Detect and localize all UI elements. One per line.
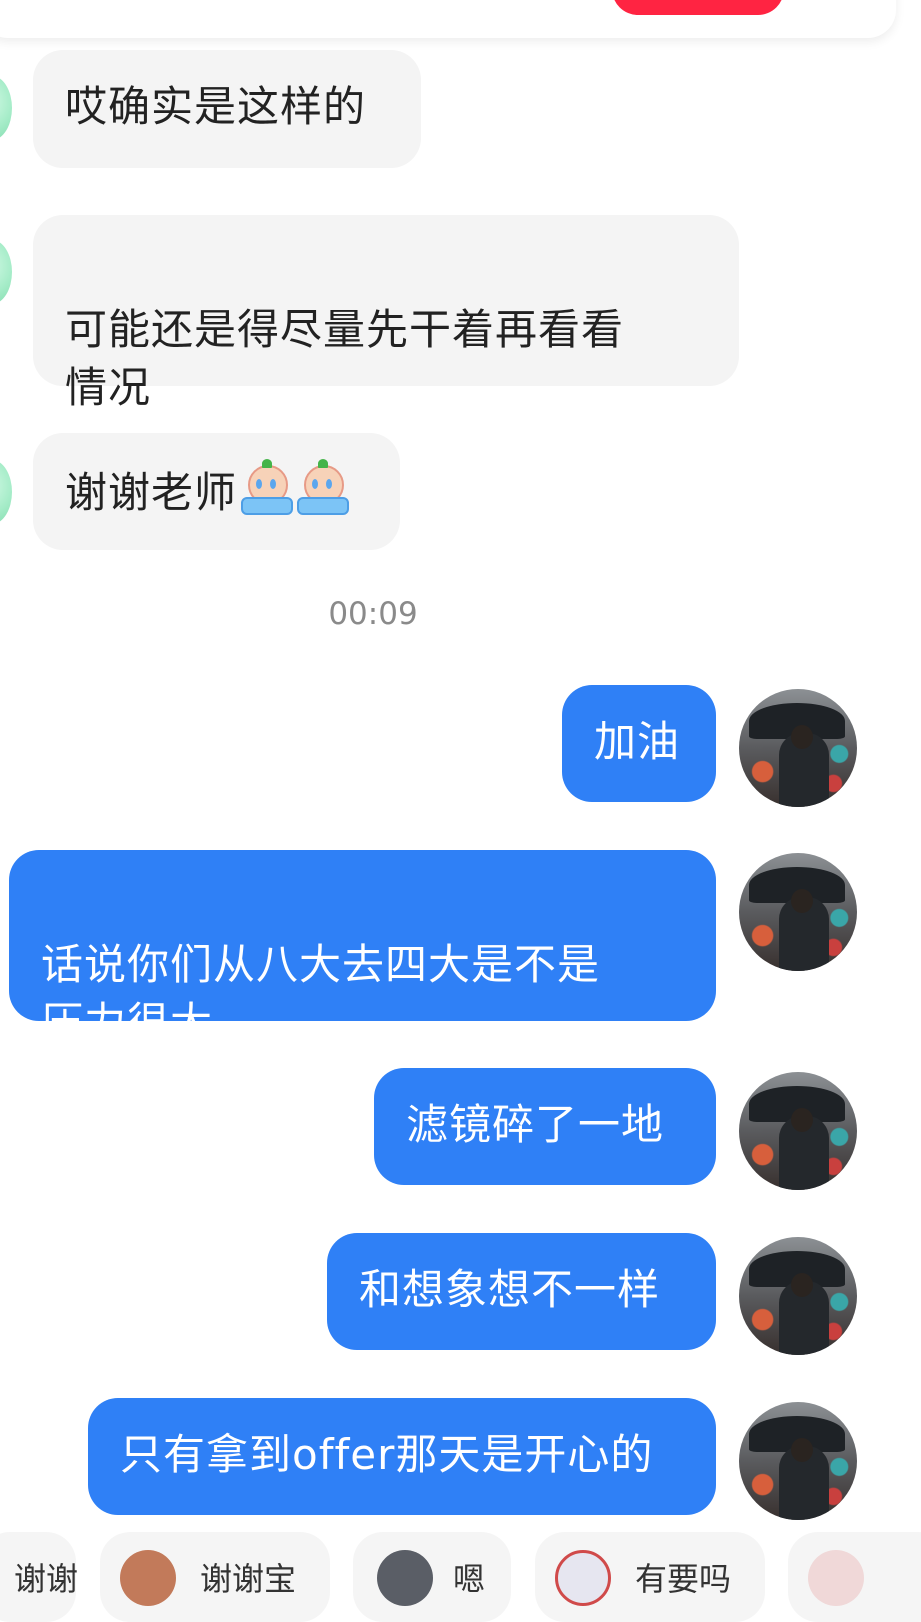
- message-text: 和想象想不一样: [359, 1265, 661, 1314]
- message-text: 加油: [594, 717, 681, 766]
- quick-reply-chip[interactable]: 有要吗: [535, 1532, 765, 1622]
- quick-reply-chip[interactable]: 谢谢: [0, 1532, 79, 1622]
- contact-avatar[interactable]: [0, 240, 12, 304]
- user-avatar[interactable]: [739, 689, 857, 807]
- outgoing-message-bubble[interactable]: 加油: [562, 685, 716, 802]
- outgoing-message-bubble[interactable]: 话说你们从八大去四大是不是 压力很大: [9, 850, 716, 1047]
- quick-reply-chip[interactable]: 谢谢宝: [100, 1532, 330, 1622]
- quick-reply-label: 嗯: [453, 1560, 486, 1598]
- quick-reply-chip[interactable]: [788, 1532, 921, 1622]
- user-avatar[interactable]: [739, 853, 857, 971]
- message-text: 滤镜碎了一地: [406, 1100, 665, 1149]
- contact-avatar[interactable]: [0, 460, 12, 524]
- quick-reply-label: 有要吗: [635, 1560, 732, 1598]
- incoming-message-bubble[interactable]: 谢谢老师: [33, 433, 400, 550]
- message-text: 可能还是得尽量先干着再看看 情况: [65, 305, 625, 412]
- user-avatar[interactable]: [739, 1402, 857, 1520]
- incoming-message-bubble[interactable]: 可能还是得尽量先干着再看看 情况: [33, 215, 739, 412]
- crying-emoji-icon: [239, 459, 294, 515]
- incoming-message-bubble[interactable]: 哎确实是这样的: [33, 50, 421, 168]
- message-timestamp: 00:09: [328, 596, 418, 632]
- message-text: 谢谢老师: [65, 468, 238, 517]
- user-avatar[interactable]: [739, 1237, 857, 1355]
- quick-reply-chip[interactable]: 嗯: [353, 1532, 511, 1622]
- message-text: 只有拿到offer那天是开心的: [120, 1430, 654, 1479]
- outgoing-message-bubble[interactable]: 滤镜碎了一地: [374, 1068, 716, 1185]
- outgoing-message-bubble[interactable]: 和想象想不一样: [327, 1233, 716, 1350]
- crying-emoji-icon: [295, 459, 350, 515]
- quick-reply-label: 谢谢: [14, 1560, 79, 1598]
- message-text: 话说你们从八大去四大是不是 压力很大: [41, 940, 601, 1047]
- user-avatar[interactable]: [739, 1072, 857, 1190]
- message-text: 哎确实是这样的: [65, 82, 367, 131]
- emoji-group: [239, 459, 350, 515]
- quick-reply-label: 谢谢宝: [200, 1560, 297, 1598]
- outgoing-message-bubble[interactable]: 只有拿到offer那天是开心的: [88, 1398, 716, 1515]
- follow-button[interactable]: [612, 0, 784, 15]
- contact-avatar[interactable]: [0, 76, 12, 140]
